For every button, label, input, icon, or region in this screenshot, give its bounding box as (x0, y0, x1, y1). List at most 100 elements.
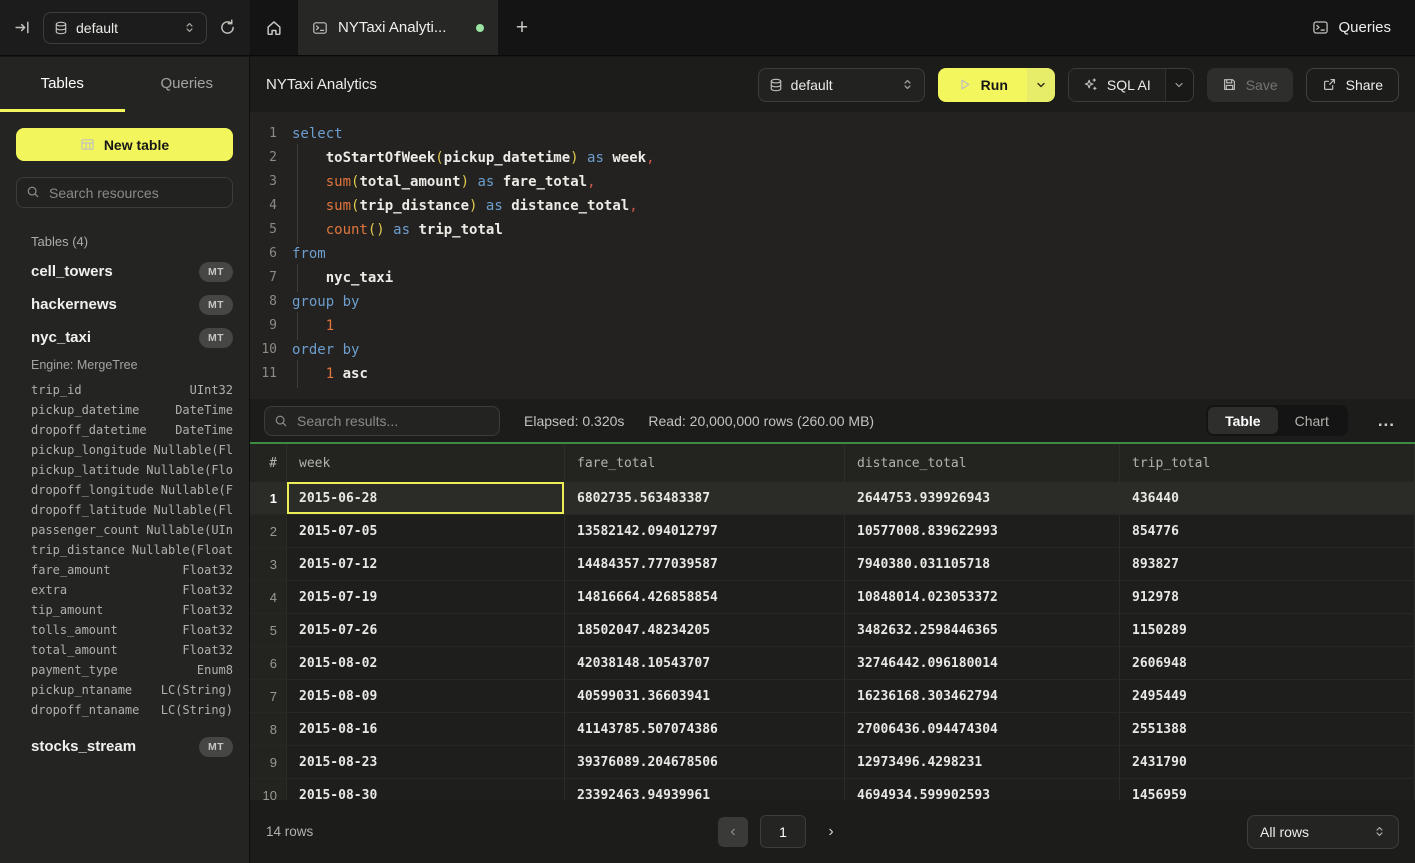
table-cell[interactable]: 2495449 (1120, 680, 1415, 712)
table-name: cell_towers (31, 263, 113, 280)
column-item: fare_amountFloat32 (31, 560, 233, 580)
table-cell[interactable]: 32746442.096180014 (845, 647, 1120, 679)
new-table-label: New table (104, 137, 169, 153)
table-cell[interactable]: 2015-08-23 (287, 746, 565, 778)
table-cell[interactable]: 2606948 (1120, 647, 1415, 679)
sql-editor[interactable]: 1select2 toStartOfWeek(pickup_datetime) … (250, 112, 1415, 399)
table-cell[interactable]: 39376089.204678506 (565, 746, 845, 778)
header-trip_total: trip_total (1120, 444, 1415, 482)
database-selector[interactable]: default (43, 12, 207, 44)
sidebar-tab-tables[interactable]: Tables (0, 57, 125, 112)
run-button[interactable]: Run (938, 68, 1027, 102)
table-cell[interactable]: 2015-08-02 (287, 647, 565, 679)
chevron-updown-icon (901, 78, 914, 91)
row-number: 5 (250, 614, 287, 646)
table-cell[interactable]: 2015-07-05 (287, 515, 565, 547)
table-cell[interactable]: 2644753.939926943 (845, 482, 1120, 514)
table-cell[interactable]: 10848014.023053372 (845, 581, 1120, 613)
table-item[interactable]: nyc_taxiMT (31, 321, 233, 354)
run-options-button[interactable] (1027, 68, 1055, 102)
table-cell[interactable]: 436440 (1120, 482, 1415, 514)
table-cell[interactable]: 854776 (1120, 515, 1415, 547)
table-cell[interactable]: 1456959 (1120, 779, 1415, 800)
table-row[interactable]: 12015-06-286802735.5634833872644753.9399… (250, 482, 1415, 515)
table-cell[interactable]: 2015-08-30 (287, 779, 565, 800)
share-button[interactable]: Share (1306, 68, 1399, 102)
engine-badge: MT (199, 737, 233, 757)
column-name: pickup_longitude (31, 443, 147, 457)
table-cell[interactable]: 42038148.10543707 (565, 647, 845, 679)
more-options-button[interactable]: ... (1372, 411, 1401, 431)
row-number: 7 (250, 680, 287, 712)
column-item: dropoff_latitudeNullable(Fl (31, 500, 233, 520)
table-cell[interactable]: 12973496.4298231 (845, 746, 1120, 778)
sidebar-tab-queries[interactable]: Queries (125, 57, 250, 112)
page-size-selector[interactable]: All rows (1247, 815, 1399, 849)
table-row[interactable]: 92015-08-2339376089.20467850612973496.42… (250, 746, 1415, 779)
table-cell[interactable]: 7940380.031105718 (845, 548, 1120, 580)
table-cell[interactable]: 4694934.599902593 (845, 779, 1120, 800)
sql-ai-label: SQL AI (1107, 77, 1151, 93)
table-cell[interactable]: 3482632.2598446365 (845, 614, 1120, 646)
engine-badge: MT (199, 295, 233, 315)
table-cell[interactable]: 2431790 (1120, 746, 1415, 778)
table-cell[interactable]: 18502047.48234205 (565, 614, 845, 646)
table-cell[interactable]: 23392463.94939961 (565, 779, 845, 800)
new-tab-button[interactable]: + (498, 0, 546, 55)
table-cell[interactable]: 2551388 (1120, 713, 1415, 745)
table-cell[interactable]: 16236168.303462794 (845, 680, 1120, 712)
table-cell[interactable]: 27006436.094474304 (845, 713, 1120, 745)
table-cell[interactable]: 2015-06-28 (287, 482, 565, 514)
table-cell[interactable]: 6802735.563483387 (565, 482, 845, 514)
table-cell[interactable]: 2015-07-19 (287, 581, 565, 613)
column-item: trip_distanceNullable(Float (31, 540, 233, 560)
table-row[interactable]: 32015-07-1214484357.7770395877940380.031… (250, 548, 1415, 581)
table-item[interactable]: stocks_streamMT (31, 730, 233, 763)
results-search-input[interactable] (264, 406, 500, 436)
previous-page-button[interactable]: ‹ (718, 817, 748, 847)
table-cell[interactable]: 13582142.094012797 (565, 515, 845, 547)
share-icon (1322, 77, 1337, 92)
collapse-sidebar-icon[interactable] (14, 19, 31, 36)
query-database-selector[interactable]: default (758, 68, 925, 102)
table-cell[interactable]: 40599031.36603941 (565, 680, 845, 712)
table-item[interactable]: hackernewsMT (31, 288, 233, 321)
home-button[interactable] (250, 0, 298, 55)
sql-ai-options-button[interactable] (1165, 69, 1193, 101)
table-cell[interactable]: 2015-08-16 (287, 713, 565, 745)
refresh-icon[interactable] (219, 19, 236, 36)
next-page-button[interactable]: › (818, 817, 844, 847)
save-button[interactable]: Save (1207, 68, 1293, 102)
table-row[interactable]: 52015-07-2618502047.482342053482632.2598… (250, 614, 1415, 647)
table-row[interactable]: 22015-07-0513582142.09401279710577008.83… (250, 515, 1415, 548)
view-tab-chart[interactable]: Chart (1278, 407, 1346, 434)
view-tab-table[interactable]: Table (1208, 407, 1278, 434)
sql-ai-button[interactable]: SQL AI (1069, 69, 1165, 101)
current-page-button[interactable]: 1 (760, 815, 806, 848)
tab-nytaxi-analytics[interactable]: NYTaxi Analyti... (298, 0, 498, 55)
table-cell[interactable]: 14816664.426858854 (565, 581, 845, 613)
table-cell[interactable]: 14484357.777039587 (565, 548, 845, 580)
new-table-button[interactable]: New table (16, 128, 233, 161)
table-cell[interactable]: 10577008.839622993 (845, 515, 1120, 547)
queries-button[interactable]: Queries (1288, 0, 1415, 55)
sidebar-search-input[interactable] (16, 177, 233, 208)
table-cell[interactable]: 912978 (1120, 581, 1415, 613)
table-cell[interactable]: 41143785.507074386 (565, 713, 845, 745)
row-number: 9 (250, 746, 287, 778)
table-cell[interactable]: 2015-08-09 (287, 680, 565, 712)
table-row[interactable]: 82015-08-1641143785.50707438627006436.09… (250, 713, 1415, 746)
column-name: tolls_amount (31, 623, 118, 637)
table-row[interactable]: 62015-08-0242038148.1054370732746442.096… (250, 647, 1415, 680)
results-footer: 14 rows ‹ 1 › All rows (250, 800, 1415, 863)
table-cell[interactable]: 1150289 (1120, 614, 1415, 646)
row-number: 8 (250, 713, 287, 745)
table-item[interactable]: cell_towersMT (31, 255, 233, 288)
table-cell[interactable]: 2015-07-26 (287, 614, 565, 646)
table-cell[interactable]: 893827 (1120, 548, 1415, 580)
table-row[interactable]: 72015-08-0940599031.3660394116236168.303… (250, 680, 1415, 713)
table-row[interactable]: 102015-08-3023392463.949399614694934.599… (250, 779, 1415, 800)
sidebar-search (16, 177, 233, 208)
table-row[interactable]: 42015-07-1914816664.42685885410848014.02… (250, 581, 1415, 614)
table-cell[interactable]: 2015-07-12 (287, 548, 565, 580)
